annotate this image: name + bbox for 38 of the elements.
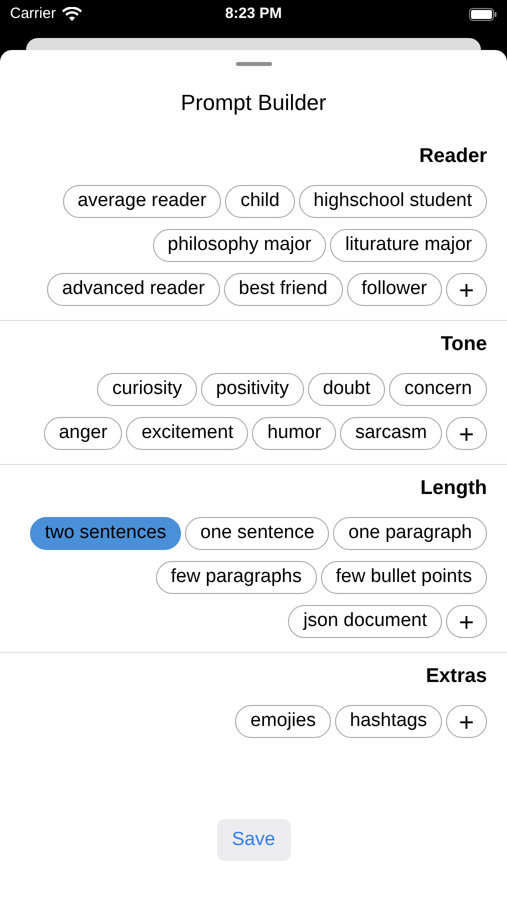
option-chip[interactable]: best friend — [224, 273, 343, 306]
option-chip[interactable]: humor — [252, 417, 336, 450]
option-chip[interactable]: positivity — [200, 373, 304, 406]
option-chip[interactable]: doubt — [308, 373, 386, 406]
option-chip[interactable]: emojies — [235, 705, 331, 738]
option-chip[interactable]: json document — [288, 605, 442, 638]
section-heading: Reader — [419, 145, 487, 167]
add-button[interactable]: + — [446, 705, 487, 738]
option-chip[interactable]: excitement — [126, 417, 248, 450]
grabber-handle[interactable] — [236, 62, 272, 66]
option-chip[interactable]: concern — [389, 373, 487, 406]
add-button[interactable]: + — [446, 273, 487, 306]
option-chip[interactable]: follower — [346, 273, 442, 306]
sheet-title: Prompt Builder — [180, 89, 328, 117]
section-heading: Extras — [426, 665, 487, 687]
add-button[interactable]: + — [446, 417, 487, 450]
add-button[interactable]: + — [446, 605, 487, 638]
option-chip[interactable]: one sentence — [185, 517, 330, 550]
battery-icon — [469, 8, 498, 20]
option-chip[interactable]: one paragraph — [333, 517, 487, 550]
wifi-icon — [62, 6, 82, 22]
option-chip[interactable]: sarcasm — [340, 417, 442, 450]
option-chip[interactable]: few paragraphs — [156, 561, 317, 594]
clock-time: 8:23 PM — [225, 4, 282, 24]
option-chip[interactable]: child — [225, 185, 295, 218]
option-chip[interactable]: highschool student — [298, 185, 487, 218]
option-chip[interactable]: hashtags — [334, 705, 442, 738]
section-heading: Tone — [440, 333, 487, 355]
option-chip[interactable]: two sentences — [30, 517, 182, 550]
carrier-label: Carrier — [10, 4, 56, 24]
option-chip[interactable]: advanced reader — [47, 273, 220, 306]
option-chip[interactable]: philosophy major — [152, 229, 326, 262]
section-heading: Length — [420, 477, 487, 499]
option-chip[interactable]: anger — [44, 417, 122, 450]
option-chip[interactable]: few bullet points — [320, 561, 487, 594]
option-chip[interactable]: liturature major — [330, 229, 487, 262]
option-chip[interactable]: curiosity — [97, 373, 197, 406]
option-chip[interactable]: average reader — [62, 185, 222, 218]
